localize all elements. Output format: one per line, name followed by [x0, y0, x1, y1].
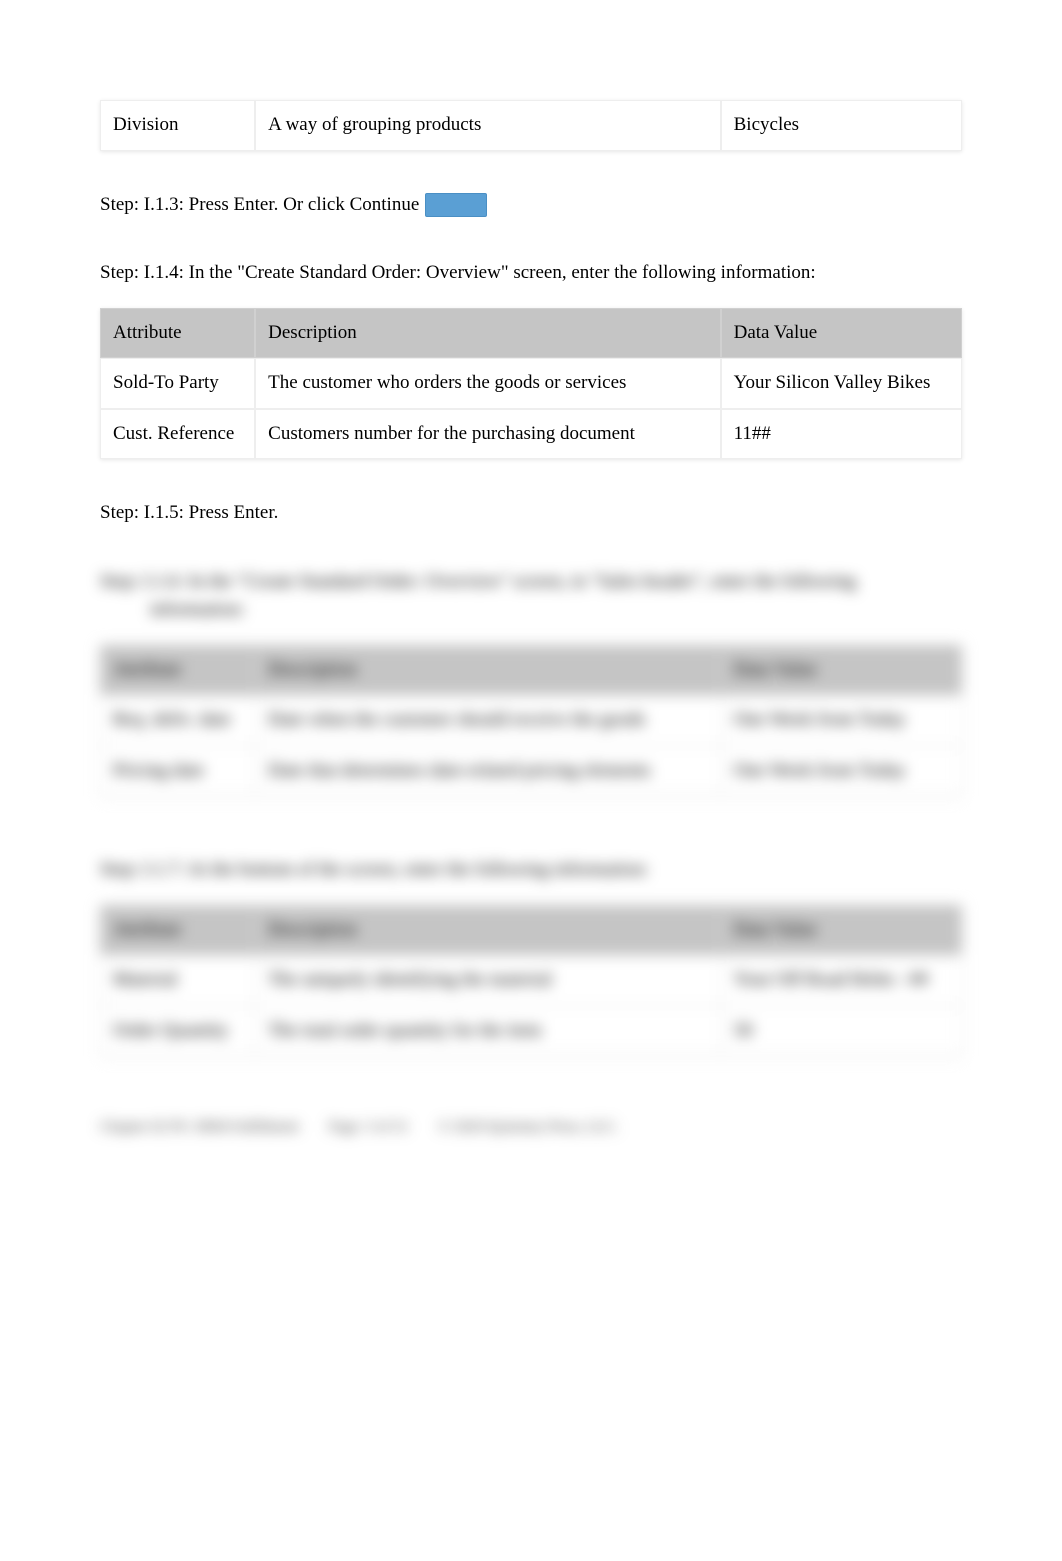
table-row: Order Quantity The total order quantity … — [100, 1006, 962, 1057]
header-attr: Attribute — [100, 905, 255, 956]
page-footer: Chapter 02 PS: SRM-Fulfillment Page: 3 o… — [100, 1116, 962, 1139]
cell-val: One Week from Today — [721, 746, 962, 797]
step-i14: Step: I.1.4: In the "Create Standard Ord… — [100, 259, 962, 288]
table-row: Material The uniquely identifying the ma… — [100, 955, 962, 1006]
header-attr: Attribute — [100, 645, 255, 696]
header-desc: Description — [255, 905, 720, 956]
header-desc: Description — [255, 645, 720, 696]
cell-val: Bicycles — [721, 100, 962, 151]
footer-mid: Page: 3 of 31 — [329, 1116, 409, 1139]
footer-left: Chapter 02 PS: SRM-Fulfillment — [100, 1116, 299, 1139]
header-val: Data Value — [721, 645, 962, 696]
header-desc: Description — [255, 308, 720, 359]
cell-val: 50 — [721, 1006, 962, 1057]
cell-attr: Order Quantity — [100, 1006, 255, 1057]
table-header-row: Attribute Description Data Value — [100, 905, 962, 956]
cell-val: One Week from Today — [721, 695, 962, 746]
cell-desc: The customer who orders the goods or ser… — [255, 358, 720, 409]
step-text-line1: Step: I.1.6: In the "Create Standard Ord… — [100, 568, 962, 597]
cell-attr: Division — [100, 100, 255, 151]
cell-desc: Date that determines date-related pricin… — [255, 746, 720, 797]
cell-attr: Sold-To Party — [100, 358, 255, 409]
cell-attr: Pricing date — [100, 746, 255, 797]
step-i17: Step: I.1.7: At the bottom of the screen… — [100, 856, 962, 885]
cell-desc: Customers number for the purchasing docu… — [255, 409, 720, 460]
cell-attr: Req. deliv. date — [100, 695, 255, 746]
step-i13: Step: I.1.3: Press Enter. Or click Conti… — [100, 191, 962, 220]
header-val: Data Value — [721, 905, 962, 956]
cell-val: Your Silicon Valley Bikes — [721, 358, 962, 409]
cell-desc: A way of grouping products — [255, 100, 720, 151]
step-text: Step: I.1.5: Press Enter. — [100, 502, 278, 523]
step-text: Step: I.1.7: At the bottom of the screen… — [100, 859, 649, 880]
cell-desc: The total order quantity for the item — [255, 1006, 720, 1057]
continue-button-icon — [425, 193, 487, 217]
step-i16: Step: I.1.6: In the "Create Standard Ord… — [100, 568, 962, 625]
step-i15: Step: I.1.5: Press Enter. — [100, 499, 962, 528]
table-header-row: Attribute Description Data Value — [100, 308, 962, 359]
step-text-line2: information: — [100, 596, 962, 625]
table-i17: Attribute Description Data Value Materia… — [100, 905, 962, 1057]
table-row: Sold-To Party The customer who orders th… — [100, 358, 962, 409]
table-row: Req. deliv. date Date when the customer … — [100, 695, 962, 746]
table-division: Division A way of grouping products Bicy… — [100, 100, 962, 151]
table-i16: Attribute Description Data Value Req. de… — [100, 645, 962, 797]
table-row: Division A way of grouping products Bicy… — [100, 100, 962, 151]
header-attr: Attribute — [100, 308, 255, 359]
cell-attr: Cust. Reference — [100, 409, 255, 460]
table-row: Cust. Reference Customers number for the… — [100, 409, 962, 460]
table-row: Pricing date Date that determines date-r… — [100, 746, 962, 797]
cell-attr: Material — [100, 955, 255, 1006]
cell-val: Your Off Road Helm - ## — [721, 955, 962, 1006]
header-val: Data Value — [721, 308, 962, 359]
blurred-section-1: Step: I.1.6: In the "Create Standard Ord… — [100, 568, 962, 797]
table-i14: Attribute Description Data Value Sold-To… — [100, 308, 962, 460]
table-header-row: Attribute Description Data Value — [100, 645, 962, 696]
step-text: Step: I.1.3: Press Enter. Or click Conti… — [100, 191, 419, 220]
step-text: Step: I.1.4: In the "Create Standard Ord… — [100, 262, 816, 283]
footer-right: © 2020 Epistemy Press, LLC. — [438, 1116, 619, 1139]
cell-desc: Date when the customer should receive th… — [255, 695, 720, 746]
blurred-section-2: Step: I.1.7: At the bottom of the screen… — [100, 856, 962, 1056]
cell-desc: The uniquely identifying the material — [255, 955, 720, 1006]
cell-val: 11## — [721, 409, 962, 460]
